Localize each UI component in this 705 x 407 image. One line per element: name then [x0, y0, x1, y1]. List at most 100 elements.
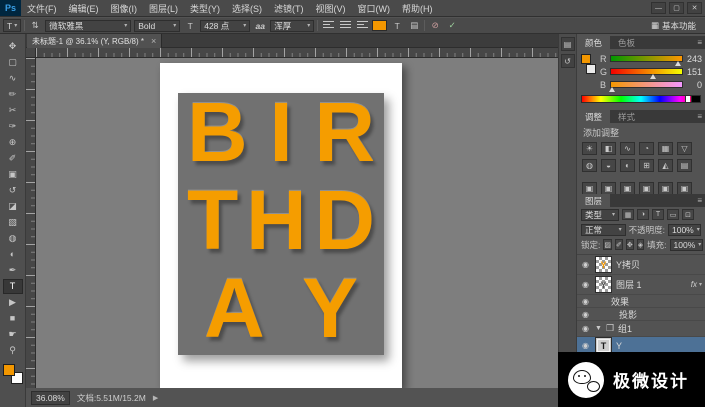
lock-position-icon[interactable]: ✥: [625, 239, 634, 250]
layer-name[interactable]: 图层 1: [616, 278, 687, 291]
align-right-icon[interactable]: [355, 19, 369, 32]
pasteboard[interactable]: BIR THD AY: [36, 58, 558, 388]
visibility-eye-icon[interactable]: ◉: [580, 324, 591, 333]
menu-type[interactable]: 类型(Y): [184, 0, 226, 16]
channel-value[interactable]: 0: [686, 80, 702, 90]
eyedropper-tool[interactable]: ✑: [3, 119, 23, 134]
vibrance-icon[interactable]: ▦: [658, 142, 673, 155]
collapsed-panel-icon[interactable]: ▤: [560, 37, 575, 51]
layer-thumbnail[interactable]: Y: [595, 276, 612, 293]
pen-tool[interactable]: ✒: [3, 263, 23, 278]
visibility-eye-icon[interactable]: ◉: [580, 260, 591, 269]
menu-layer[interactable]: 图层(L): [143, 0, 184, 16]
lasso-tool[interactable]: ∿: [3, 71, 23, 86]
menu-help[interactable]: 帮助(H): [396, 0, 439, 16]
tab-close-icon[interactable]: ×: [151, 36, 156, 46]
menu-select[interactable]: 选择(S): [226, 0, 268, 16]
filter-type-select[interactable]: 类型 ▾: [581, 208, 619, 221]
type-tool[interactable]: T: [2, 279, 23, 294]
eraser-tool[interactable]: ◪: [3, 199, 23, 214]
effects-label[interactable]: 效果: [611, 295, 702, 308]
group-row[interactable]: ◉ ▼ ❒ 组1: [577, 321, 705, 337]
quick-select-tool[interactable]: ✏: [3, 87, 23, 102]
green-slider[interactable]: [610, 68, 683, 79]
tool-preset-picker[interactable]: T ▾: [3, 19, 22, 32]
canvas-text-line[interactable]: BIR: [178, 90, 384, 174]
layer-name[interactable]: 组1: [618, 322, 702, 335]
slider-thumb[interactable]: [649, 74, 656, 79]
visibility-eye-icon[interactable]: ◉: [580, 341, 591, 350]
hand-tool[interactable]: ☛: [3, 327, 23, 342]
red-slider[interactable]: [610, 55, 683, 66]
warp-text-icon[interactable]: T: [390, 19, 404, 32]
tab-styles[interactable]: 样式: [610, 110, 643, 123]
levels-icon[interactable]: ◧: [601, 142, 616, 155]
color-spectrum-bar[interactable]: [581, 95, 701, 103]
menu-image[interactable]: 图像(I): [105, 0, 144, 16]
channel-mixer-icon[interactable]: ⊞: [639, 159, 654, 172]
exposure-icon[interactable]: ◔: [639, 142, 654, 155]
move-tool[interactable]: ✥: [3, 39, 23, 54]
anti-alias-select[interactable]: 浑厚 ▾: [270, 19, 315, 32]
align-left-icon[interactable]: [321, 19, 335, 32]
toggle-panels-icon[interactable]: ▤: [407, 19, 421, 32]
layer-row[interactable]: ◉ Y Y拷贝: [577, 255, 705, 275]
tab-layers[interactable]: 图层: [577, 194, 611, 207]
group-expander-icon[interactable]: ▼: [595, 325, 602, 332]
foreground-color-swatch[interactable]: [581, 54, 591, 64]
curves-icon[interactable]: ∿: [620, 142, 635, 155]
blue-slider[interactable]: [609, 81, 683, 92]
panel-menu-icon[interactable]: ≡: [694, 36, 705, 49]
visibility-eye-icon[interactable]: ◉: [580, 310, 591, 319]
color-balance-icon[interactable]: ◍: [582, 159, 597, 172]
blend-mode-select[interactable]: 正常 ▾: [581, 223, 626, 236]
clone-stamp-tool[interactable]: ▣: [3, 167, 23, 182]
invert-icon[interactable]: ▤: [677, 159, 692, 172]
panel-menu-icon[interactable]: ≡: [694, 194, 705, 207]
panel-menu-icon[interactable]: ≡: [694, 110, 705, 123]
shape-tool[interactable]: ■: [3, 311, 23, 326]
menu-filter[interactable]: 滤镜(T): [268, 0, 310, 16]
fill-select[interactable]: 100% ▾: [669, 238, 703, 251]
blur-tool[interactable]: ◍: [3, 231, 23, 246]
marquee-tool[interactable]: ▢: [3, 55, 23, 70]
black-white-icon[interactable]: ◒: [601, 159, 616, 172]
layer-dropshadow-row[interactable]: ◉ 投影: [577, 308, 705, 321]
filter-adjustment-icon[interactable]: ◑: [637, 209, 649, 220]
opacity-select[interactable]: 100% ▾: [668, 223, 701, 236]
layer-thumbnail[interactable]: Y: [595, 256, 612, 273]
layer-name[interactable]: Y拷贝: [616, 258, 702, 271]
slider-thumb[interactable]: [675, 61, 682, 66]
channel-value[interactable]: 151: [686, 67, 702, 77]
photo-filter-icon[interactable]: ◐: [620, 159, 635, 172]
brush-tool[interactable]: ✐: [3, 151, 23, 166]
filter-type-icon[interactable]: T: [652, 209, 664, 220]
font-size-select[interactable]: 428 点 ▾: [200, 19, 251, 32]
font-style-select[interactable]: Bold ▾: [134, 19, 181, 32]
brightness-contrast-icon[interactable]: ☀: [582, 142, 597, 155]
canvas-text-line[interactable]: THD: [178, 178, 384, 262]
cancel-edit-icon[interactable]: ⊘: [428, 19, 442, 32]
menu-view[interactable]: 视图(V): [310, 0, 352, 16]
color-lookup-icon[interactable]: ◭: [658, 159, 673, 172]
lock-pixels-icon[interactable]: ✐: [615, 239, 623, 250]
foreground-color-swatch[interactable]: [2, 364, 15, 376]
drop-shadow-label[interactable]: 投影: [619, 308, 702, 321]
dodge-tool[interactable]: ◐: [3, 247, 23, 262]
canvas-page[interactable]: BIR THD AY: [160, 63, 402, 388]
visibility-eye-icon[interactable]: ◉: [580, 297, 591, 306]
crop-tool[interactable]: ✂: [3, 103, 23, 118]
font-family-select[interactable]: 微软雅黑 ▾: [45, 19, 132, 32]
zoom-level-field[interactable]: 36.08%: [31, 390, 70, 405]
status-arrow-icon[interactable]: ▶: [153, 394, 158, 402]
lock-transparency-icon[interactable]: ▨: [603, 239, 612, 250]
close-button[interactable]: ✕: [687, 2, 702, 14]
filter-pixel-icon[interactable]: ▦: [622, 209, 634, 220]
canvas-text-line[interactable]: AY: [178, 266, 384, 350]
menu-edit[interactable]: 编辑(E): [63, 0, 105, 16]
path-select-tool[interactable]: ▶: [3, 295, 23, 310]
menu-window[interactable]: 窗口(W): [352, 0, 397, 16]
text-color-swatch[interactable]: [372, 20, 388, 31]
layer-row[interactable]: ◉ Y 图层 1 fx ▾: [577, 275, 705, 295]
hue-saturation-icon[interactable]: ▽: [677, 142, 692, 155]
